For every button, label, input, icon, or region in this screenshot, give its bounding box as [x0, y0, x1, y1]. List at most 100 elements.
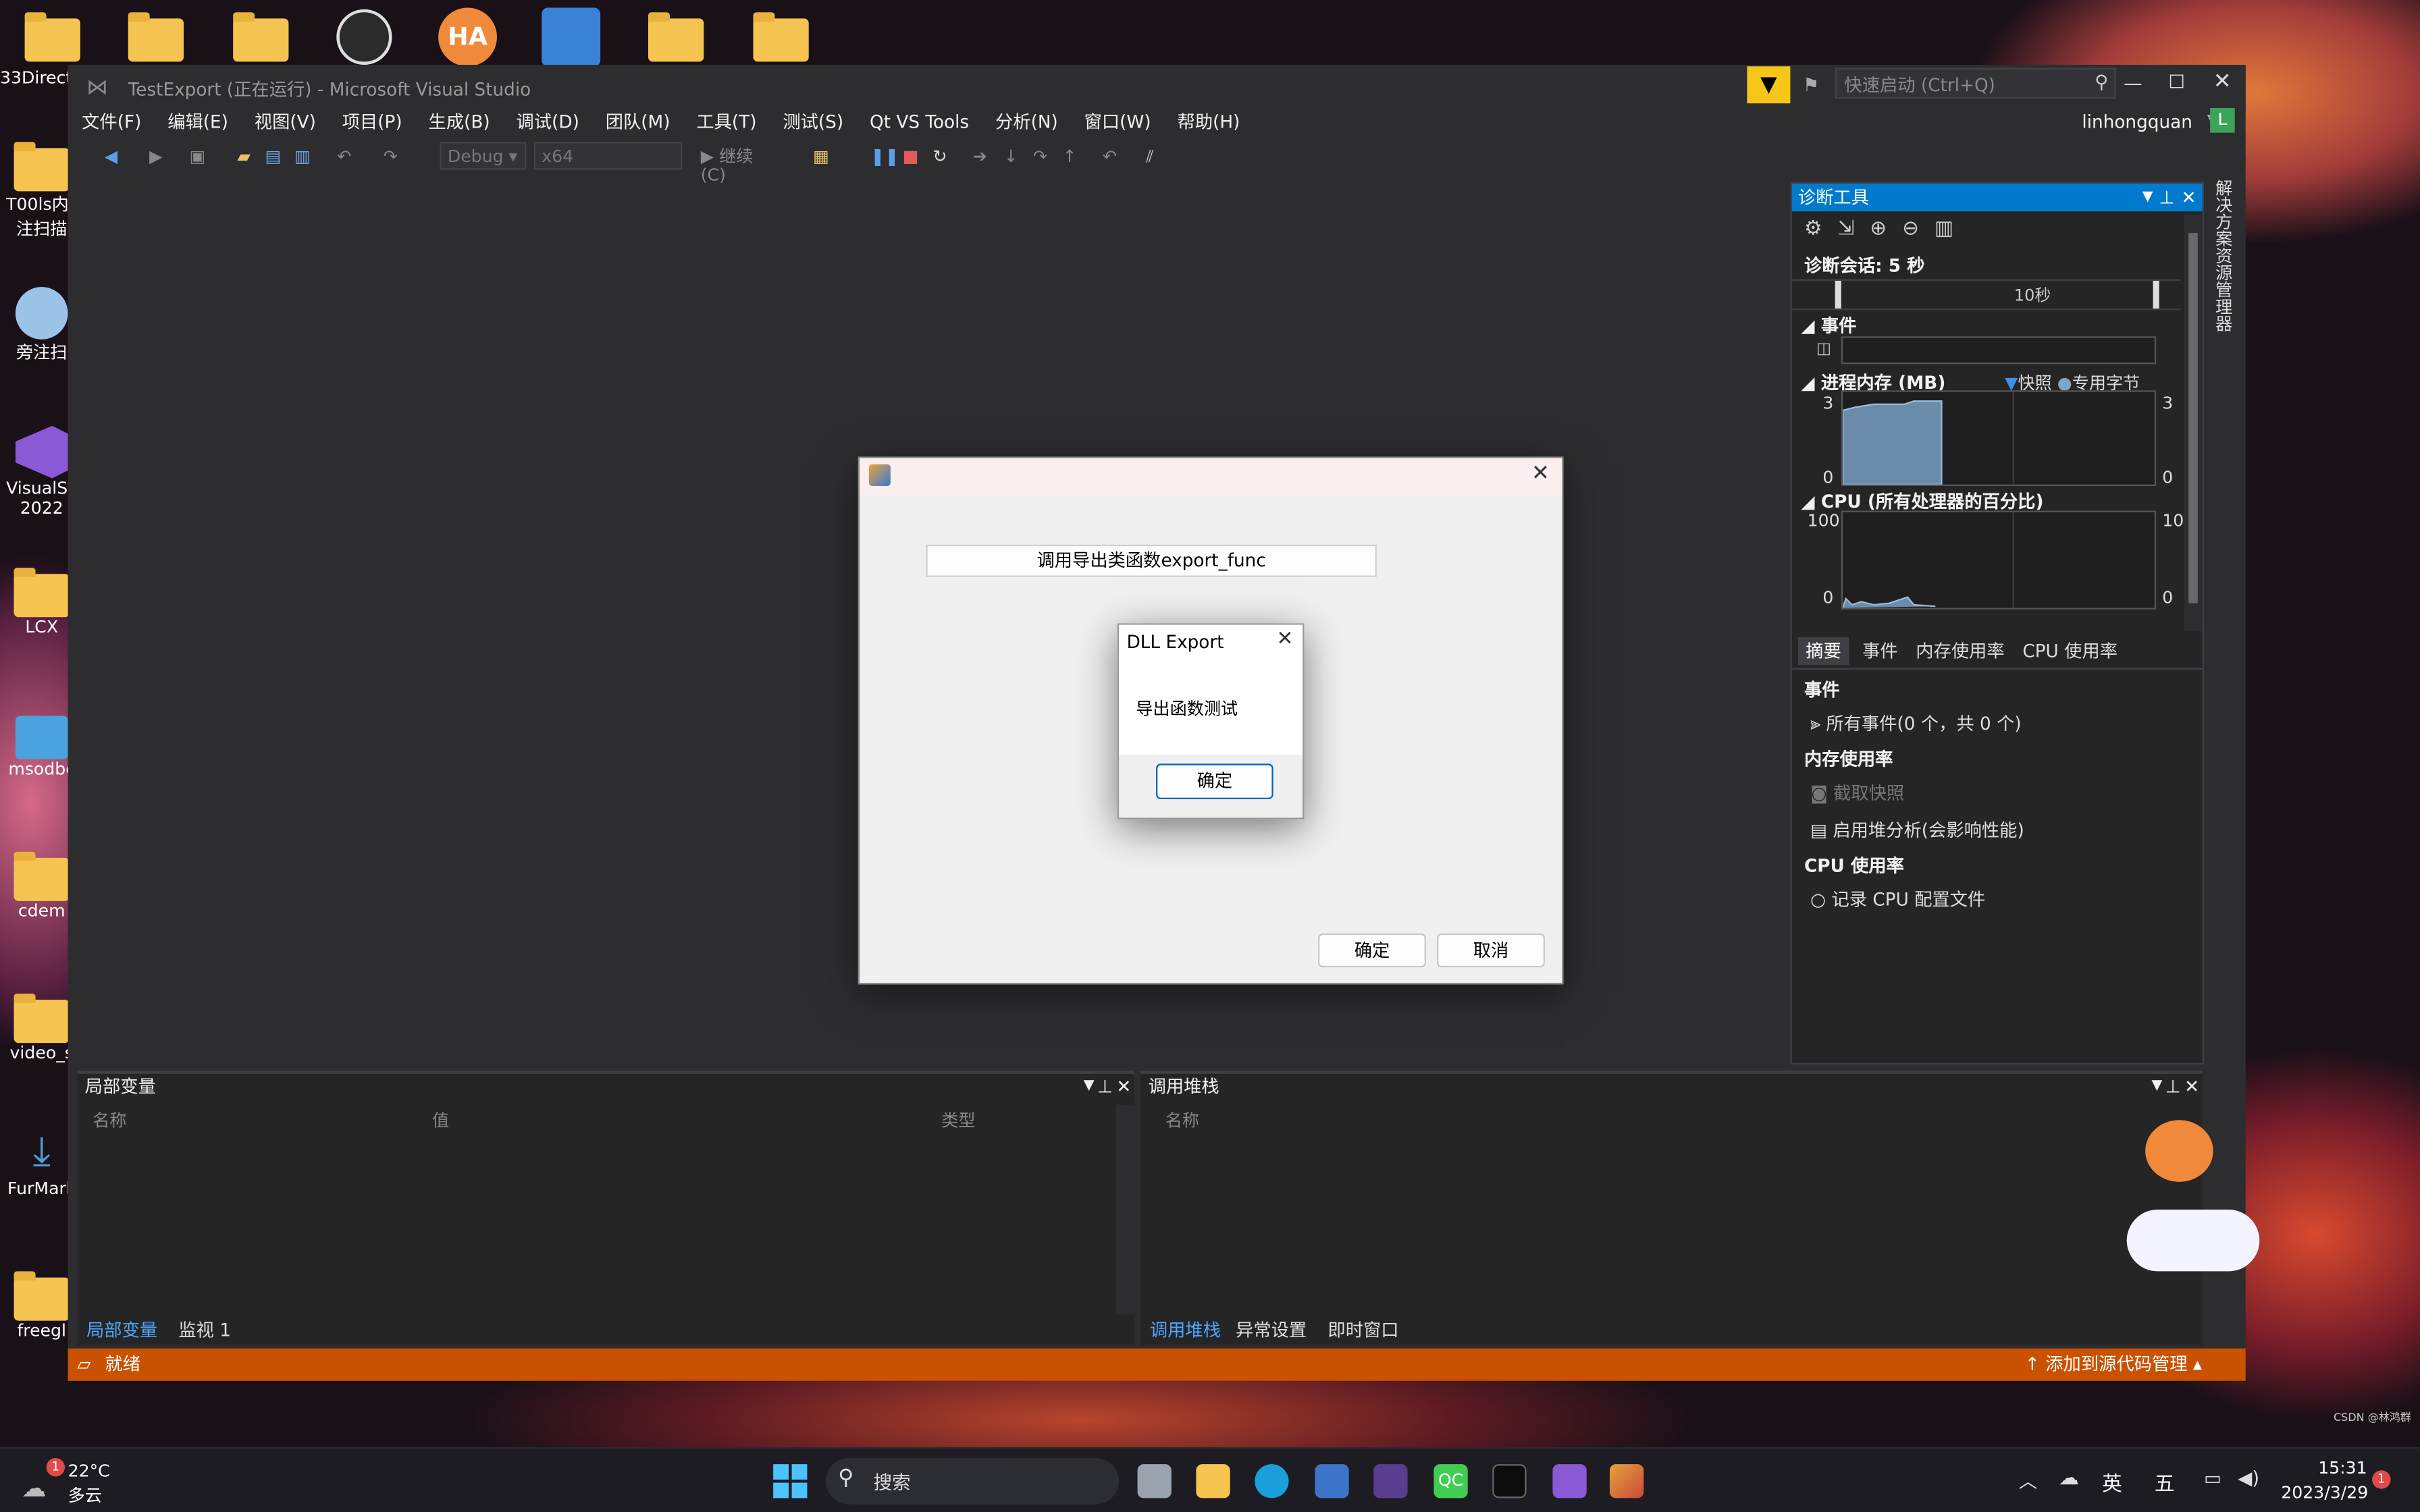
obs-icon[interactable] [334, 6, 395, 68]
test-export-app-icon[interactable] [1610, 1464, 1644, 1498]
menu-view[interactable]: 视图(V) [255, 105, 316, 138]
close-icon[interactable]: ✕ [1531, 461, 1550, 486]
notification-filter-icon[interactable]: ▼ [1747, 66, 1791, 104]
start-button[interactable] [773, 1464, 808, 1498]
menu-tools[interactable]: 工具(T) [696, 105, 756, 138]
all-events-link[interactable]: ⫸ 所有事件(0 个，共 0 个) [1810, 711, 2022, 736]
visual-studio-icon[interactable] [1373, 1464, 1408, 1498]
menu-edit[interactable]: 编辑(E) [167, 105, 228, 138]
stop-icon[interactable]: ■ [901, 147, 920, 166]
process-icon[interactable]: ▦ [812, 147, 830, 166]
menu-window[interactable]: 窗口(W) [1084, 105, 1151, 138]
redo-icon[interactable]: ↷ [382, 147, 400, 166]
desktop-item[interactable]: cdem [6, 851, 77, 921]
show-next-statement-icon[interactable]: ➔ [971, 147, 989, 166]
menu-qt-vs-tools[interactable]: Qt VS Tools [870, 105, 969, 138]
back-icon[interactable]: ◀ [102, 147, 120, 166]
task-view-icon[interactable] [1137, 1464, 1172, 1498]
step-out-icon[interactable]: ↑ [1060, 147, 1078, 166]
tab-locals[interactable]: 局部变量 [86, 1319, 157, 1341]
pin-icon[interactable]: ⊥ [2165, 1074, 2181, 1099]
folder-icon[interactable] [22, 6, 83, 68]
tab-watch-1[interactable]: 监视 1 [178, 1319, 231, 1341]
forward-icon[interactable]: ▶ [147, 147, 165, 166]
menu-file[interactable]: 文件(F) [82, 105, 141, 138]
chevron-down-icon[interactable]: ▼ [2142, 184, 2153, 211]
new-project-icon[interactable]: ▣ [188, 147, 207, 166]
volume-icon[interactable]: ◀) [2238, 1467, 2259, 1489]
call-export-func-button[interactable]: 调用导出类函数export_func [926, 544, 1377, 577]
menu-analyze[interactable]: 分析(N) [995, 105, 1058, 138]
pause-track-icon[interactable]: ◫ [1816, 341, 1831, 358]
settings-icon[interactable]: ⚙ [1804, 217, 1838, 240]
tab-events[interactable]: 事件 [1862, 641, 1898, 662]
cancel-button[interactable]: 取消 [1437, 933, 1545, 968]
restart-icon[interactable]: ↻ [930, 147, 949, 166]
close-icon[interactable]: ✕ [1277, 628, 1294, 651]
range-start-handle[interactable] [1835, 281, 1841, 309]
threads-icon[interactable]: ⫽ [1140, 147, 1159, 166]
tab-immediate-window[interactable]: 即时窗口 [1327, 1319, 1398, 1341]
quick-launch-input[interactable]: 快速启动 (Ctrl+Q) ⚲ [1835, 68, 2116, 99]
zip-folder-icon[interactable] [645, 6, 706, 68]
column-name[interactable]: 名称 [93, 1108, 126, 1133]
menu-help[interactable]: 帮助(H) [1178, 105, 1240, 138]
onedrive-icon[interactable]: ☁ [2059, 1467, 2079, 1490]
export-icon[interactable]: ⇲ [1838, 217, 1870, 240]
source-control-button[interactable]: ↑ 添加到源代码管理 ▴ [2025, 1349, 2202, 1381]
zip-folder-icon[interactable] [125, 6, 186, 68]
config-select[interactable]: Debug ▾ [440, 142, 527, 170]
close-icon[interactable]: ✕ [2182, 184, 2197, 211]
save-all-icon[interactable]: ▥ [293, 147, 311, 166]
desktop-item[interactable]: T00ls内置 注扫描 [6, 142, 86, 240]
menu-team[interactable]: 团队(M) [606, 105, 670, 138]
solution-explorer-tab[interactable]: 解决方案资源管理器 [2213, 179, 2235, 333]
zoom-in-icon[interactable]: ⊕ [1870, 217, 1902, 240]
tab-exception-settings[interactable]: 异常设置 [1236, 1319, 1307, 1341]
chevron-down-icon[interactable]: ▼ [1084, 1074, 1095, 1099]
diag-scrollbar[interactable] [2184, 214, 2203, 631]
close-icon[interactable]: ✕ [1116, 1074, 1131, 1099]
menu-test[interactable]: 测试(S) [783, 105, 843, 138]
save-icon[interactable]: ▤ [264, 147, 282, 166]
pin-icon[interactable]: ⊥ [1097, 1074, 1113, 1099]
search-box[interactable]: ⚲ 搜索 [825, 1458, 1120, 1505]
continue-button[interactable]: ▶ 继续(C) [701, 147, 762, 184]
hex-icon[interactable]: ↶ [1101, 147, 1119, 166]
user-name[interactable]: linhongquan [2082, 111, 2192, 133]
minimize-button[interactable]: — [2124, 72, 2142, 94]
maximize-button[interactable]: ☐ [2168, 71, 2185, 92]
edge-icon[interactable] [1255, 1464, 1289, 1498]
step-into-icon[interactable]: ↓ [1001, 147, 1020, 166]
menu-project[interactable]: 项目(P) [342, 105, 402, 138]
desktop-item[interactable]: video_s [6, 994, 77, 1063]
folder-icon[interactable] [230, 6, 292, 68]
desktop-item[interactable]: VisualStu 2022 [6, 425, 85, 518]
user-avatar[interactable]: L [2210, 108, 2235, 133]
notification-badge[interactable]: 1 [2372, 1470, 2391, 1489]
zoom-out-icon[interactable]: ⊖ [1902, 217, 1935, 240]
visual-studio-2022-icon[interactable] [1552, 1464, 1587, 1498]
pin-icon[interactable]: ⊥ [2159, 184, 2175, 211]
desktop-item[interactable]: LCX [6, 568, 77, 637]
clock-date[interactable]: 2023/3/29 [2281, 1483, 2368, 1503]
heap-analysis-toggle[interactable]: ▤ 启用堆分析(会影响性能) [1810, 817, 2024, 842]
clock-time[interactable]: 15:31 [2318, 1458, 2367, 1478]
message-ok-button[interactable]: 确定 [1156, 763, 1273, 799]
column-name[interactable]: 名称 [1165, 1108, 1199, 1133]
tab-memory-usage[interactable]: 内存使用率 [1916, 641, 2004, 662]
undo-icon[interactable]: ↶ [335, 147, 353, 166]
file-explorer-icon[interactable] [1196, 1464, 1230, 1498]
desktop-item[interactable]: 旁注扫 [6, 287, 77, 364]
app-installer-icon[interactable] [540, 6, 602, 68]
ha-app-icon[interactable]: HA [437, 6, 498, 68]
ime-mode[interactable]: 五 [2155, 1467, 2175, 1496]
menu-build[interactable]: 生成(B) [429, 105, 490, 138]
menu-debug[interactable]: 调试(D) [517, 105, 579, 138]
take-snapshot-button[interactable]: ◙ 截取快照 [1810, 781, 1904, 806]
tab-summary[interactable]: 摘要 [1797, 637, 1849, 666]
close-icon[interactable]: ✕ [2184, 1074, 2199, 1099]
desktop-item[interactable]: msodbc [6, 716, 77, 779]
tab-call-stack[interactable]: 调用堆栈 [1150, 1319, 1221, 1341]
chevron-down-icon[interactable]: ▼ [2151, 1074, 2162, 1099]
